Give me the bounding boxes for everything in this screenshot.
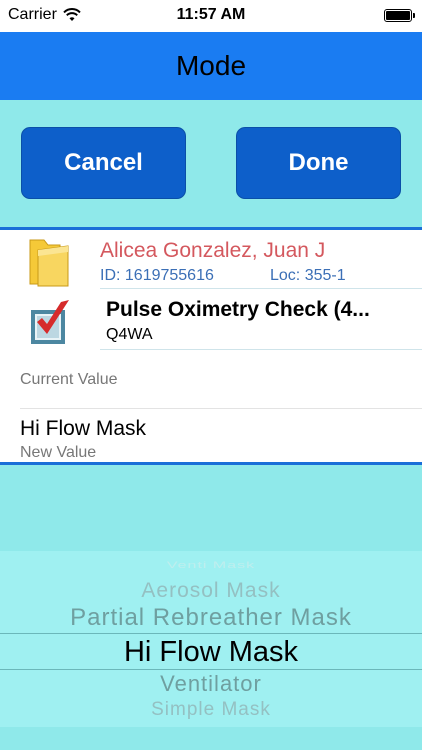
picker-option[interactable]: Partial Rebreather Mask xyxy=(0,604,422,632)
new-value-label: New Value xyxy=(20,444,97,461)
page-title: Mode xyxy=(175,50,247,81)
checkbox-icon xyxy=(31,300,69,344)
folder-icon xyxy=(29,239,69,287)
nav-bar: Mode xyxy=(0,32,422,100)
battery-icon xyxy=(384,9,415,22)
divider xyxy=(20,408,422,409)
patient-id: ID: 1619755616 xyxy=(100,267,214,284)
picker-option[interactable]: Aerosol Mask xyxy=(0,579,422,603)
done-button[interactable]: Done xyxy=(236,127,401,199)
picker-selection-bottom xyxy=(0,669,422,670)
picker-option[interactable]: Ventilator xyxy=(0,671,422,697)
picker-option[interactable]: Venti Mask xyxy=(0,561,422,571)
current-value-label: Current Value xyxy=(20,371,118,388)
picker-option-selected[interactable]: Hi Flow Mask xyxy=(0,636,422,669)
status-bar: Carrier 11:57 AM xyxy=(0,0,422,32)
task-frequency: Q4WA xyxy=(106,326,153,343)
picker-selection-top xyxy=(0,633,422,634)
divider xyxy=(100,288,422,289)
detail-card: Alicea Gonzalez, Juan J ID: 1619755616 L… xyxy=(0,227,422,465)
mode-picker[interactable]: Venti Mask Aerosol Mask Partial Rebreath… xyxy=(0,551,422,727)
status-time: 11:57 AM xyxy=(176,6,246,23)
picker-option[interactable]: Simple Mask xyxy=(0,699,422,721)
new-value: Hi Flow Mask xyxy=(20,417,147,440)
patient-location: Loc: 355-1 xyxy=(270,267,346,284)
task-title: Pulse Oximetry Check (4... xyxy=(106,298,370,321)
patient-name: Alicea Gonzalez, Juan J xyxy=(100,239,326,262)
divider xyxy=(100,349,422,350)
cancel-button[interactable]: Cancel xyxy=(21,127,186,199)
